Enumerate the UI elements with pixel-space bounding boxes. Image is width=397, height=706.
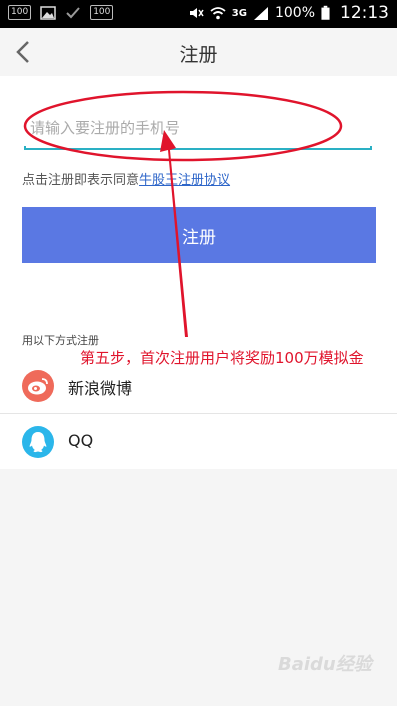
- status-bar-left: 100 100: [8, 5, 114, 20]
- qq-icon: [22, 426, 54, 458]
- login-item-label: 新浪微博: [68, 379, 133, 398]
- notification-badge: 100: [8, 5, 32, 20]
- check-icon: [66, 6, 80, 18]
- image-icon: [40, 5, 56, 20]
- login-item-qq[interactable]: QQ: [0, 413, 397, 469]
- alt-login-list: 新浪微博 QQ: [0, 358, 397, 469]
- page-title: 注册: [179, 44, 218, 66]
- phone-number-input[interactable]: [28, 112, 372, 144]
- watermark: Baidu经验: [278, 654, 372, 675]
- register-form: 点击注册即表示同意牛股王注册协议 注册 用以下方式注册: [0, 76, 397, 358]
- battery-notification-badge: 100: [90, 5, 114, 20]
- input-underline: [24, 146, 372, 150]
- weibo-icon: [22, 370, 54, 402]
- mute-icon: [189, 8, 204, 18]
- register-button[interactable]: 注册: [22, 207, 376, 263]
- nav-bar: 注册: [0, 28, 397, 76]
- login-item-label: QQ: [68, 431, 94, 450]
- signal-icon: [253, 7, 268, 20]
- battery-percent: 100%: [274, 5, 315, 21]
- network-type: 3G: [231, 7, 247, 19]
- status-bar-right: 3G 100% 12:13: [188, 3, 389, 23]
- agreement-prefix: 点击注册即表示同意: [22, 173, 140, 188]
- wifi-icon: [210, 7, 226, 20]
- clock: 12:13: [340, 3, 389, 23]
- alt-login-label: 用以下方式注册: [22, 334, 99, 347]
- status-bar: 100 100 3G 100% 12:13: [0, 0, 397, 28]
- agreement-link[interactable]: 牛股王注册协议: [139, 173, 230, 188]
- agreement-text: 点击注册即表示同意牛股王注册协议: [22, 169, 230, 188]
- annotation-text: 第五步，首次注册用户将奖励100万模拟金: [80, 349, 364, 367]
- battery-icon: [321, 5, 330, 20]
